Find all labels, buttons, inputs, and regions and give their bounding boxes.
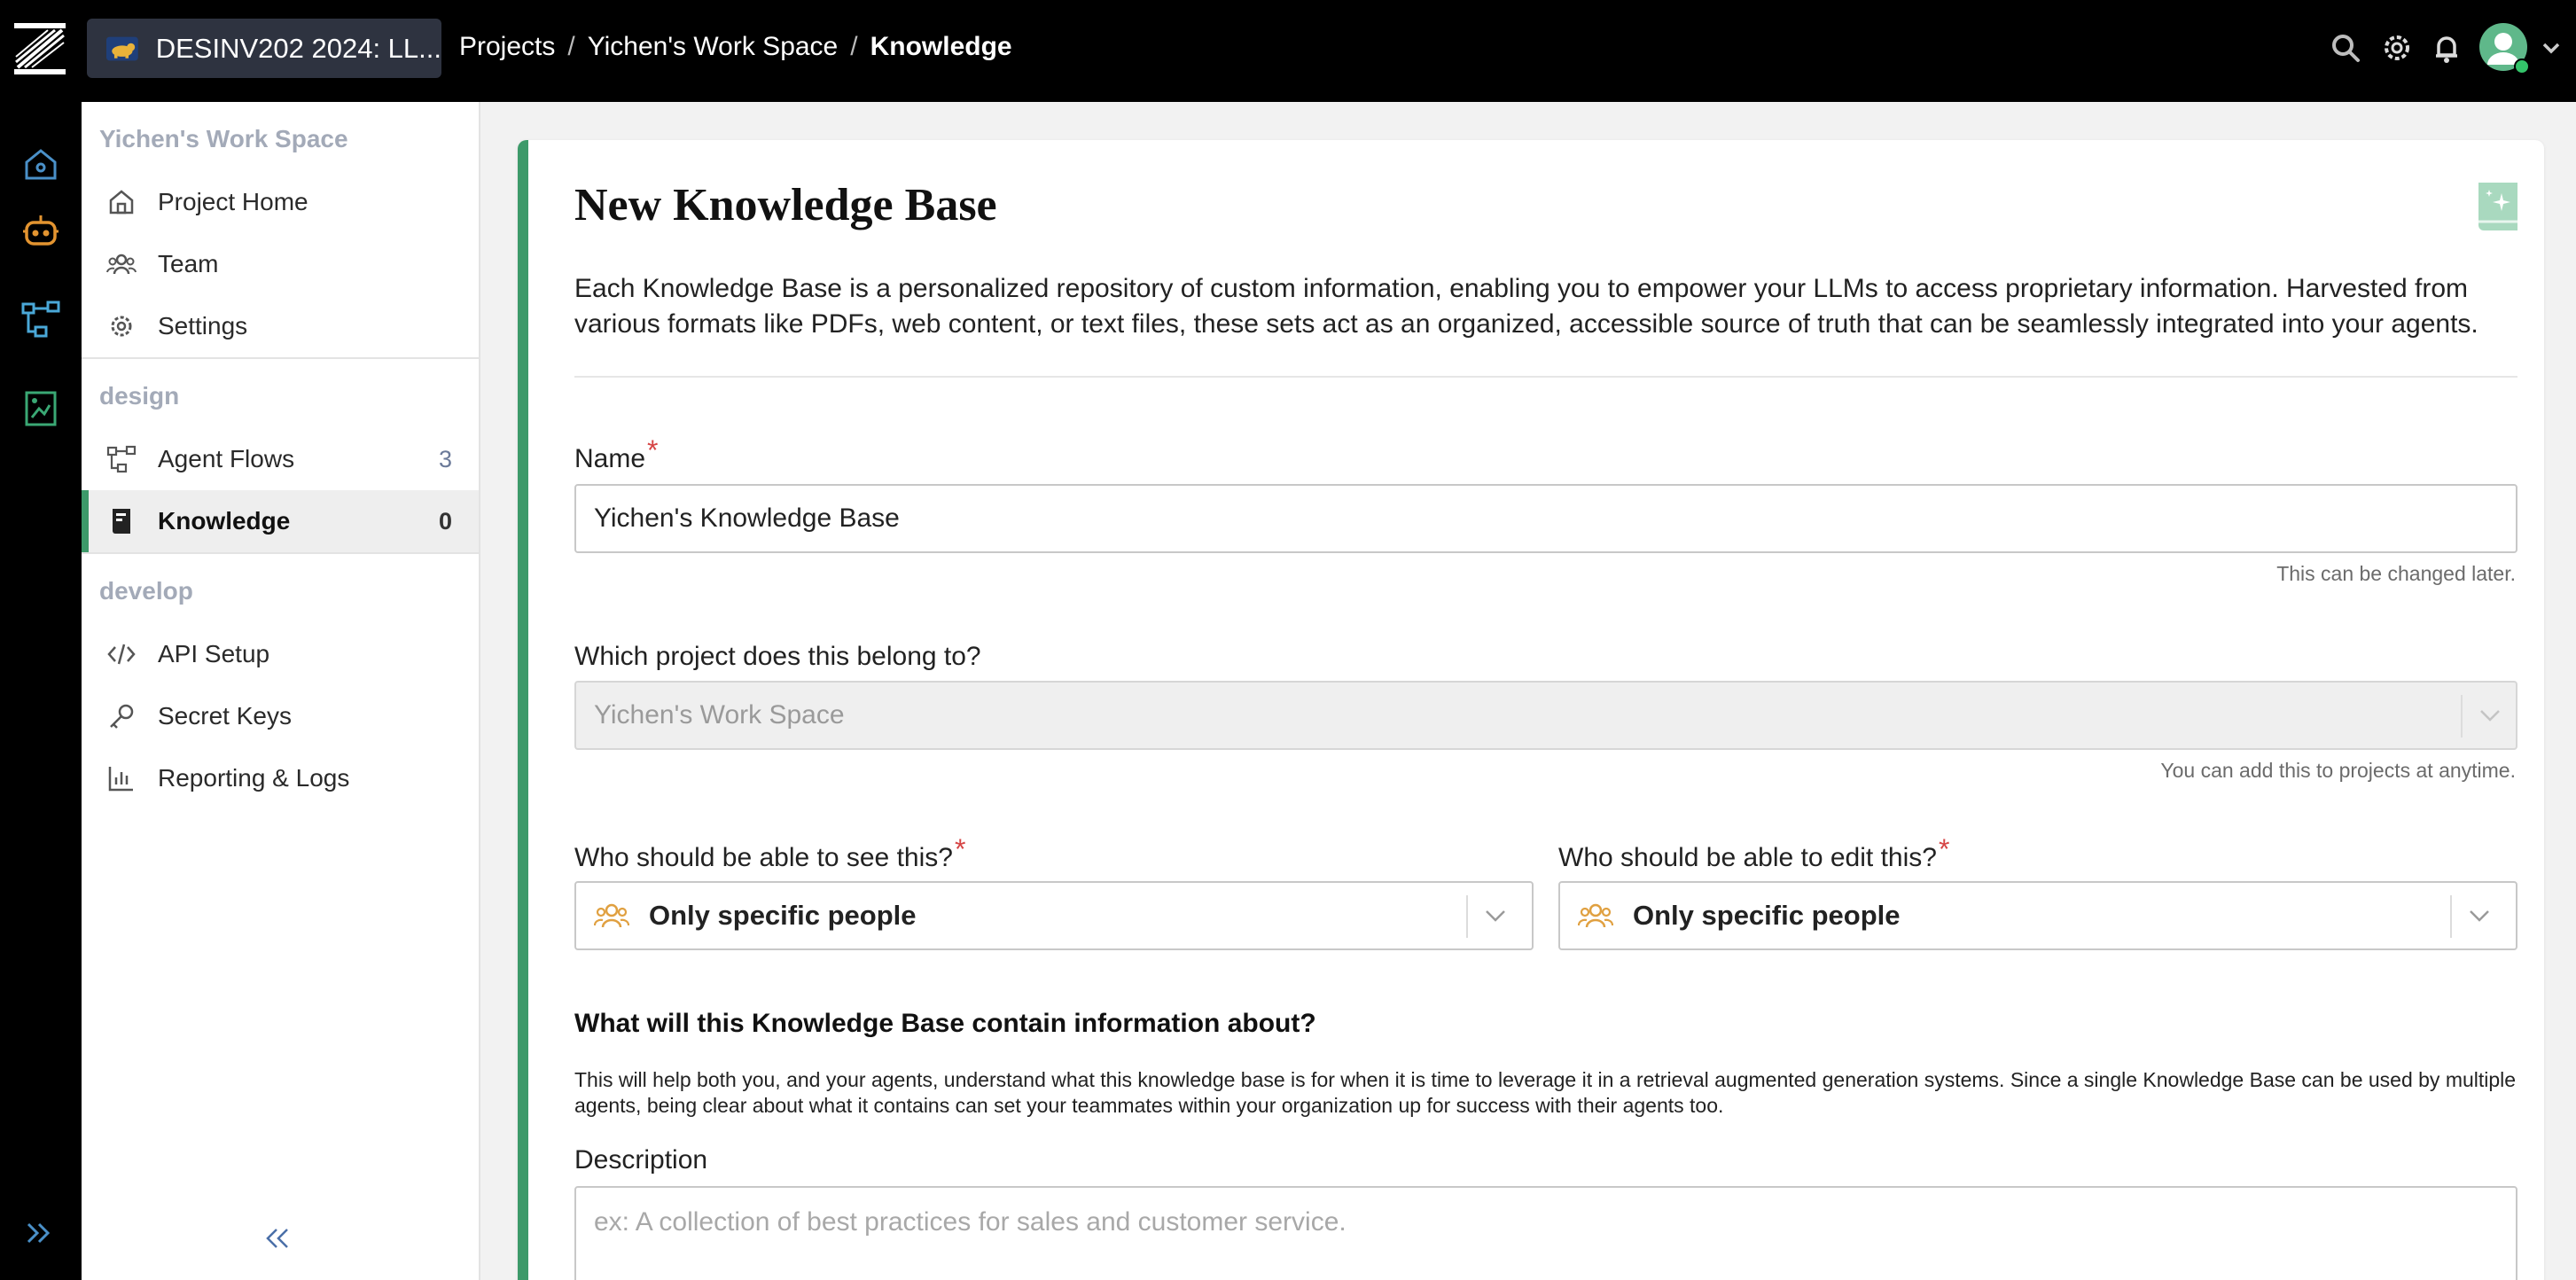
project-help-text: You can add this to projects at anytime.	[2160, 759, 2516, 782]
required-mark: *	[1938, 833, 1950, 865]
sidebar-design-heading: design	[99, 382, 180, 410]
sidebar-divider	[82, 357, 479, 359]
chevron-down-icon	[1486, 910, 1505, 922]
new-knowledge-base-card: New Knowledge Base Each Knowledge Base i…	[518, 140, 2544, 1280]
sidebar-item-knowledge[interactable]: Knowledge 0	[82, 490, 479, 552]
gear-icon[interactable]	[2379, 30, 2415, 66]
project-select[interactable]: Yichen's Work Space	[574, 681, 2517, 750]
project-select-value: Yichen's Work Space	[594, 700, 845, 730]
sidebar-item-label: Knowledge	[158, 507, 291, 535]
people-icon	[594, 903, 629, 928]
description-placeholder: ex: A collection of best practices for s…	[594, 1207, 1347, 1237]
project-label: Which project does this belong to?	[574, 642, 981, 671]
app-logo[interactable]	[12, 21, 67, 76]
sidebar-divider	[82, 552, 479, 554]
sidebar-item-label: Project Home	[158, 188, 308, 215]
key-icon	[110, 704, 134, 729]
breadcrumb-separator: /	[850, 32, 858, 61]
chevron-down-icon[interactable]	[2541, 39, 2562, 57]
sidebar-item-agent-flows[interactable]: Agent Flows 3	[82, 428, 479, 490]
edit-label: Who should be able to edit this?*	[1558, 833, 1949, 873]
knowledge-icon[interactable]	[20, 387, 62, 430]
team-icon	[106, 254, 137, 275]
see-permission-select[interactable]: Only specific people	[574, 881, 1534, 950]
edit-permission-value: Only specific people	[1633, 900, 1901, 931]
project-switcher[interactable]: DESINV202 2024: LL...	[87, 19, 441, 78]
sidebar-workspace-heading: Yichen's Work Space	[99, 125, 348, 152]
home-icon	[109, 190, 134, 215]
flow-icon[interactable]	[20, 299, 62, 341]
name-field-value: Yichen's Knowledge Base	[594, 503, 900, 533]
sidebar-item-team[interactable]: Team	[82, 233, 479, 295]
sidebar: Yichen's Work Space Project Home Team Se…	[82, 102, 480, 1280]
select-divider	[2461, 695, 2463, 738]
breadcrumb-current: Knowledge	[870, 32, 1012, 61]
code-icon	[107, 644, 136, 665]
project-name: DESINV202 2024: LL...	[155, 32, 441, 64]
edit-permission-select[interactable]: Only specific people	[1558, 881, 2517, 950]
chevron-down-icon	[2470, 910, 2489, 922]
required-mark: *	[647, 434, 659, 466]
page-title: New Knowledge Base	[574, 180, 997, 230]
description-field[interactable]: ex: A collection of best practices for s…	[574, 1186, 2517, 1280]
book-icon	[113, 509, 130, 534]
knowledge-base-icon	[2478, 183, 2517, 230]
sidebar-item-label: Reporting & Logs	[158, 764, 350, 792]
see-label: Who should be able to see this?*	[574, 833, 965, 873]
sidebar-develop-heading: develop	[99, 577, 193, 605]
bell-icon[interactable]	[2429, 30, 2464, 66]
name-label-text: Name	[574, 444, 646, 473]
gear-icon	[111, 316, 132, 337]
top-bar: DESINV202 2024: LL... Projects / Yichen'…	[0, 0, 2576, 102]
required-mark: *	[954, 833, 966, 865]
avatar[interactable]	[2478, 22, 2532, 75]
sidebar-item-project-home[interactable]: Project Home	[82, 171, 479, 233]
breadcrumb-separator: /	[567, 32, 575, 61]
collapse-sidebar-icon[interactable]	[259, 1221, 294, 1256]
select-divider	[1466, 895, 1468, 938]
breadcrumb-workspace[interactable]: Yichen's Work Space	[588, 32, 839, 62]
header-divider	[574, 376, 2517, 378]
chart-icon	[108, 767, 133, 792]
expand-icon[interactable]	[23, 1217, 55, 1249]
home-icon[interactable]	[20, 143, 62, 185]
sidebar-item-api-setup[interactable]: API Setup	[82, 623, 479, 685]
sidebar-item-label: Team	[158, 250, 219, 277]
sidebar-item-count: 3	[438, 445, 452, 472]
see-permission-value: Only specific people	[649, 900, 917, 931]
chevron-down-icon	[2480, 710, 2500, 722]
bear-icon	[106, 36, 138, 60]
sidebar-item-label: Agent Flows	[158, 445, 295, 472]
contain-section-title: What will this Knowledge Base contain in…	[574, 1009, 1316, 1038]
robot-icon[interactable]	[20, 210, 62, 253]
contain-section-description: This will help both you, and your agents…	[574, 1068, 2517, 1117]
search-icon[interactable]	[2328, 30, 2363, 66]
sidebar-item-label: API Setup	[158, 640, 270, 667]
description-label: Description	[574, 1145, 708, 1175]
people-icon	[1578, 903, 1613, 928]
breadcrumb: Projects / Yichen's Work Space / Knowled…	[459, 32, 1012, 62]
sidebar-item-settings[interactable]: Settings	[82, 295, 479, 357]
sidebar-item-count: 0	[438, 507, 452, 535]
sidebar-item-reporting-logs[interactable]: Reporting & Logs	[82, 747, 479, 809]
sidebar-item-secret-keys[interactable]: Secret Keys	[82, 685, 479, 747]
edit-label-text: Who should be able to edit this?	[1558, 843, 1937, 872]
select-divider	[2450, 895, 2452, 938]
name-label: Name*	[574, 434, 658, 474]
name-help-text: This can be changed later.	[2276, 562, 2516, 585]
breadcrumb-projects[interactable]: Projects	[459, 32, 555, 62]
left-rail	[0, 102, 82, 1280]
name-field[interactable]: Yichen's Knowledge Base	[574, 484, 2517, 553]
flow-icon	[106, 445, 137, 473]
sidebar-item-label: Settings	[158, 312, 248, 340]
intro-text: Each Knowledge Base is a personalized re…	[574, 274, 2478, 339]
sidebar-item-label: Secret Keys	[158, 702, 292, 730]
see-label-text: Who should be able to see this?	[574, 843, 953, 872]
